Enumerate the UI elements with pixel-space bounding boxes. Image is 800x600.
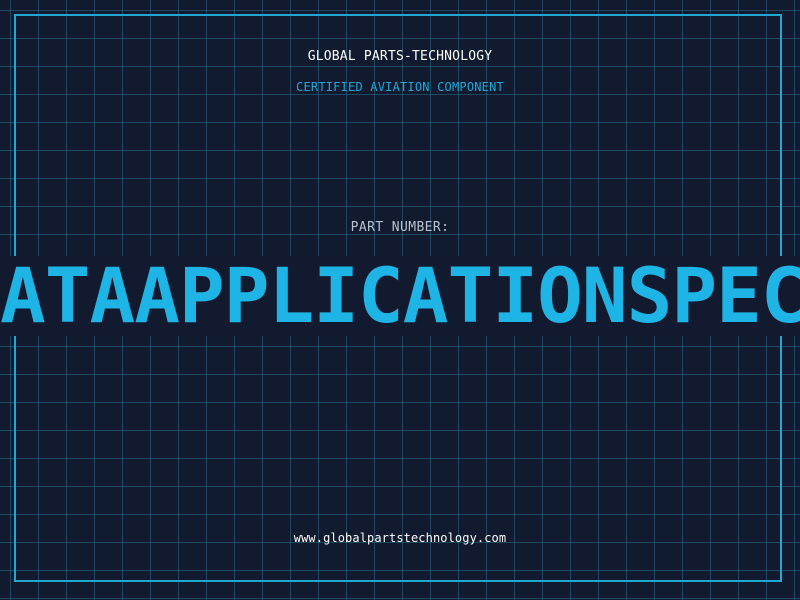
part-label-page: GLOBAL PARTS-TECHNOLOGY CERTIFIED AVIATI… <box>0 0 800 600</box>
company-name: GLOBAL PARTS-TECHNOLOGY <box>307 49 493 64</box>
website-url: www.globalpartstechnology.com <box>293 531 507 545</box>
part-number-value: ATAAPPLICATIONSPEC <box>0 256 800 336</box>
part-number-banner: ATAAPPLICATIONSPEC <box>0 256 800 336</box>
certification-subtitle: CERTIFIED AVIATION COMPONENT <box>296 80 504 94</box>
part-number-label: PART NUMBER: <box>350 220 450 235</box>
